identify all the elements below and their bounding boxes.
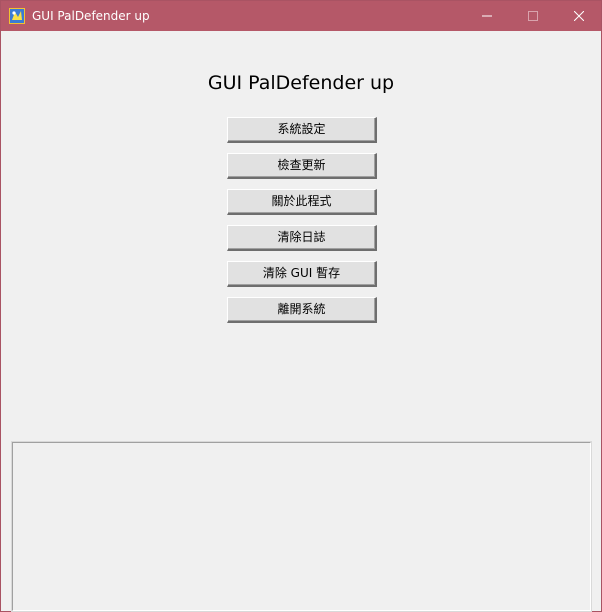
page-title: GUI PalDefender up: [207, 72, 395, 94]
maximize-icon: [528, 11, 538, 21]
close-button[interactable]: [556, 1, 602, 31]
title-bar[interactable]: GUI PalDefender up: [1, 1, 601, 31]
clear-log-button[interactable]: 清除日誌: [227, 225, 377, 251]
system-settings-button[interactable]: 系統設定: [227, 117, 377, 143]
close-icon: [574, 11, 584, 21]
window-title: GUI PalDefender up: [32, 9, 150, 23]
main-panel: GUI PalDefender up 系統設定 檢查更新 關於此程式 清除日誌 …: [1, 31, 601, 612]
check-update-button[interactable]: 檢查更新: [227, 153, 377, 179]
about-button[interactable]: 關於此程式: [227, 189, 377, 215]
maximize-button[interactable]: [510, 1, 556, 31]
exit-button[interactable]: 離開系統: [227, 297, 377, 323]
minimize-icon: [482, 15, 492, 17]
minimize-button[interactable]: [464, 1, 510, 31]
log-output-area[interactable]: [11, 441, 592, 612]
app-window: GUI PalDefender up GUI PalDefender up 系統…: [0, 0, 602, 612]
app-icon: [9, 8, 25, 24]
clear-gui-cache-button[interactable]: 清除 GUI 暫存: [227, 261, 377, 287]
